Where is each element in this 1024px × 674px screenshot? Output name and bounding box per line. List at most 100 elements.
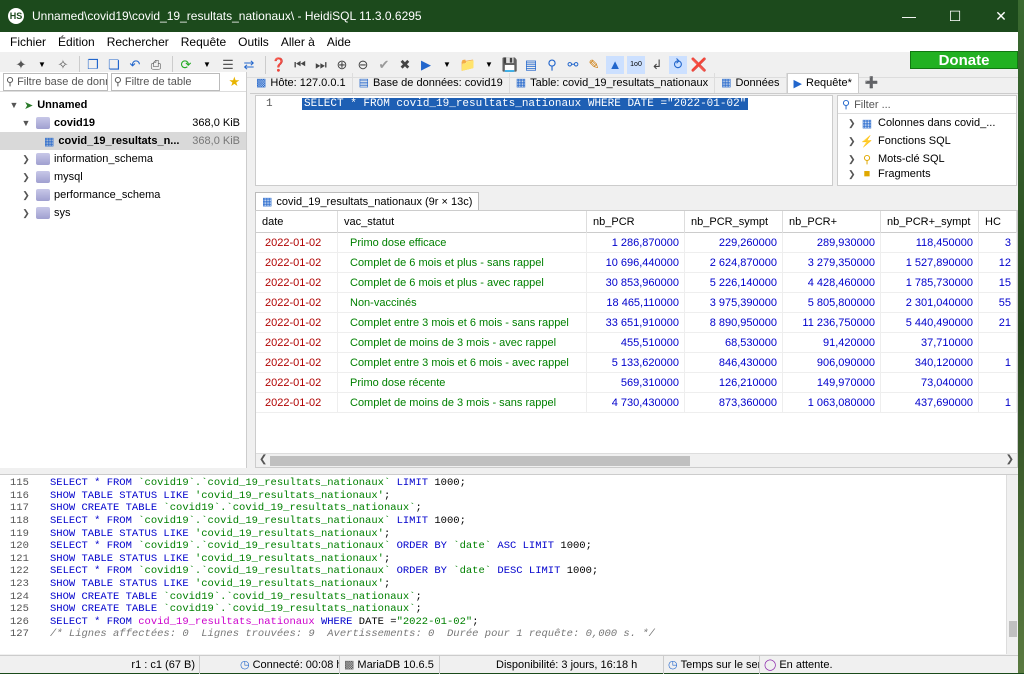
cell-vac-statut[interactable]: Complet de moins de 3 mois - sans rappel: [338, 393, 587, 413]
tab-database[interactable]: ▤ Base de données: covid19: [353, 72, 510, 93]
cell-vac-statut[interactable]: Primo dose récente: [338, 373, 587, 393]
menu-aller-a[interactable]: Aller à: [275, 35, 321, 49]
cell-hc[interactable]: 15: [979, 273, 1017, 293]
vertical-scrollbar[interactable]: [1006, 475, 1018, 654]
chevron-right-icon[interactable]: ❯: [20, 154, 32, 165]
cell-nb-pcr-plus-sympt[interactable]: 1 785,730000: [881, 273, 979, 293]
cell-nb-pcr-plus[interactable]: 3 279,350000: [783, 253, 881, 273]
table-row[interactable]: 2022-01-02 Complet de 6 mois et plus - av…: [256, 273, 1017, 293]
cell-hc[interactable]: 55: [979, 293, 1017, 313]
column-header-nb-pcr[interactable]: nb_PCR: [587, 211, 685, 233]
cell-nb-pcr-plus[interactable]: 149,970000: [783, 373, 881, 393]
cell-nb-pcr-plus[interactable]: 289,930000: [783, 233, 881, 253]
table-row[interactable]: 2022-01-02 Primo dose efficace 1 286,87000…: [256, 233, 1017, 253]
menu-outils[interactable]: Outils: [232, 35, 275, 49]
chevron-down-icon[interactable]: ▼: [8, 100, 20, 110]
cell-vac-statut[interactable]: Complet de moins de 3 mois - avec rappel: [338, 333, 587, 353]
cell-nb-pcr[interactable]: 5 133,620000: [587, 353, 685, 373]
tab-host[interactable]: ▩ Hôte: 127.0.0.1: [250, 72, 353, 93]
cell-nb-pcr-plus[interactable]: 906,090000: [783, 353, 881, 373]
chevron-right-icon[interactable]: ❯: [848, 136, 860, 147]
search-icon[interactable]: ⚲: [543, 56, 561, 74]
column-header-nb-pcr-plus[interactable]: nb_PCR+: [783, 211, 881, 233]
cell-date[interactable]: 2022-01-02: [256, 373, 338, 393]
chevron-right-icon[interactable]: ❯: [20, 190, 32, 201]
sql-log-panel[interactable]: 115 SELECT * FROM `covid19`.`covid_19_res…: [0, 474, 1018, 654]
sync-icon[interactable]: ⥁: [669, 55, 687, 74]
cell-hc[interactable]: 1: [979, 393, 1017, 413]
table-row[interactable]: 2022-01-02 Complet de moins de 3 mois - a…: [256, 333, 1017, 353]
run-query-icon[interactable]: ▶: [417, 56, 435, 74]
tree-item-mysql[interactable]: ❯ mysql: [0, 168, 246, 186]
menu-edition[interactable]: Édition: [52, 35, 101, 49]
cell-nb-pcr-plus-sympt[interactable]: 340,120000: [881, 353, 979, 373]
clean-icon[interactable]: ✎: [585, 56, 603, 74]
cell-nb-pcr-plus-sympt[interactable]: 37,710000: [881, 333, 979, 353]
cell-hc[interactable]: 12: [979, 253, 1017, 273]
cell-date[interactable]: 2022-01-02: [256, 393, 338, 413]
favorite-star-icon[interactable]: ★: [226, 73, 243, 91]
cell-date[interactable]: 2022-01-02: [256, 313, 338, 333]
table-row[interactable]: 2022-01-02 Non-vaccinés 18 465,110000 3 975…: [256, 293, 1017, 313]
chevron-right-icon[interactable]: ❯: [848, 118, 860, 129]
menu-aide[interactable]: Aide: [321, 35, 357, 49]
column-header-nb-pcr-sympt[interactable]: nb_PCR_sympt: [685, 211, 783, 233]
paste-icon[interactable]: ❏: [105, 56, 123, 74]
connect-icon[interactable]: ✦: [12, 56, 30, 74]
table-row[interactable]: 2022-01-02 Primo dose récente 569,310000 12…: [256, 373, 1017, 393]
menu-rechercher[interactable]: Rechercher: [101, 35, 175, 49]
cell-nb-pcr-plus-sympt[interactable]: 5 440,490000: [881, 313, 979, 333]
first-record-icon[interactable]: ⏮: [291, 56, 309, 74]
tree-item-performance-schema[interactable]: ❯ performance_schema: [0, 186, 246, 204]
cell-vac-statut[interactable]: Complet de 6 mois et plus - avec rappel: [338, 273, 587, 293]
menu-fichier[interactable]: Fichier: [4, 35, 52, 49]
cell-vac-statut[interactable]: Complet de 6 mois et plus - sans rappel: [338, 253, 587, 273]
query-editor-icon[interactable]: ▤: [522, 56, 540, 74]
cell-nb-pcr-plus-sympt[interactable]: 1 527,890000: [881, 253, 979, 273]
cell-vac-statut[interactable]: Complet entre 3 mois et 6 mois - sans ra…: [338, 313, 587, 333]
database-filter-input[interactable]: ⚲ Filtre base de donr: [3, 72, 108, 91]
dropdown-arrow-icon[interactable]: ▼: [438, 56, 456, 74]
cell-nb-pcr-plus-sympt[interactable]: 2 301,040000: [881, 293, 979, 313]
scroll-left-icon[interactable]: ❮: [259, 454, 267, 465]
cell-date[interactable]: 2022-01-02: [256, 333, 338, 353]
cell-nb-pcr[interactable]: 18 465,110000: [587, 293, 685, 313]
cell-nb-pcr-sympt[interactable]: 126,210000: [685, 373, 783, 393]
cell-nb-pcr[interactable]: 1 286,870000: [587, 233, 685, 253]
open-folder-icon[interactable]: 📁: [459, 56, 477, 74]
title-bar[interactable]: HS Unnamed\covid19\covid_19_resultats_na…: [0, 0, 1024, 32]
query-text[interactable]: SELECT * FROM covid_19_resultats_nationa…: [302, 98, 749, 110]
cell-nb-pcr-plus[interactable]: 91,420000: [783, 333, 881, 353]
horizontal-scrollbar[interactable]: ❮ ❯: [256, 453, 1017, 467]
cell-nb-pcr-plus-sympt[interactable]: 437,690000: [881, 393, 979, 413]
cell-nb-pcr-sympt[interactable]: 68,530000: [685, 333, 783, 353]
wrap-icon[interactable]: ↲: [648, 56, 666, 74]
dropdown-arrow-icon[interactable]: ▼: [480, 56, 498, 74]
tab-data[interactable]: ▦ Données: [715, 72, 787, 93]
format-sql-icon[interactable]: ▲: [606, 55, 624, 74]
cell-nb-pcr-sympt[interactable]: 873,360000: [685, 393, 783, 413]
table-row[interactable]: 2022-01-02 Complet entre 3 mois et 6 mois…: [256, 313, 1017, 333]
column-header-date[interactable]: date: [256, 211, 338, 233]
copy-icon[interactable]: ❐: [84, 56, 102, 74]
helper-item-fragments[interactable]: ❯ ■ Fragments: [838, 168, 1016, 180]
tree-item-unnamed[interactable]: ▼ ➤ Unnamed: [0, 96, 246, 114]
print-icon[interactable]: ⎙: [147, 56, 165, 74]
dropdown-arrow-icon[interactable]: ▼: [33, 56, 51, 74]
menu-requete[interactable]: Requête: [175, 35, 232, 49]
list-icon[interactable]: ☰: [219, 56, 237, 74]
cell-nb-pcr-plus-sympt[interactable]: 73,040000: [881, 373, 979, 393]
cell-hc[interactable]: [979, 333, 1017, 353]
cell-nb-pcr[interactable]: 10 696,440000: [587, 253, 685, 273]
cell-nb-pcr-plus[interactable]: 5 805,800000: [783, 293, 881, 313]
undo-icon[interactable]: ↶: [126, 56, 144, 74]
chevron-right-icon[interactable]: ❯: [20, 172, 32, 183]
binary-icon[interactable]: 1o0: [627, 55, 645, 74]
scroll-right-icon[interactable]: ❯: [1006, 454, 1014, 465]
cell-hc[interactable]: 21: [979, 313, 1017, 333]
cell-nb-pcr-plus[interactable]: 4 428,460000: [783, 273, 881, 293]
add-record-icon[interactable]: ⊕: [333, 56, 351, 74]
chevron-down-icon[interactable]: ▼: [20, 118, 32, 128]
table-row[interactable]: 2022-01-02 Complet de moins de 3 mois - s…: [256, 393, 1017, 413]
tab-table[interactable]: ▦ Table: covid_19_resultats_nationaux: [510, 72, 716, 93]
